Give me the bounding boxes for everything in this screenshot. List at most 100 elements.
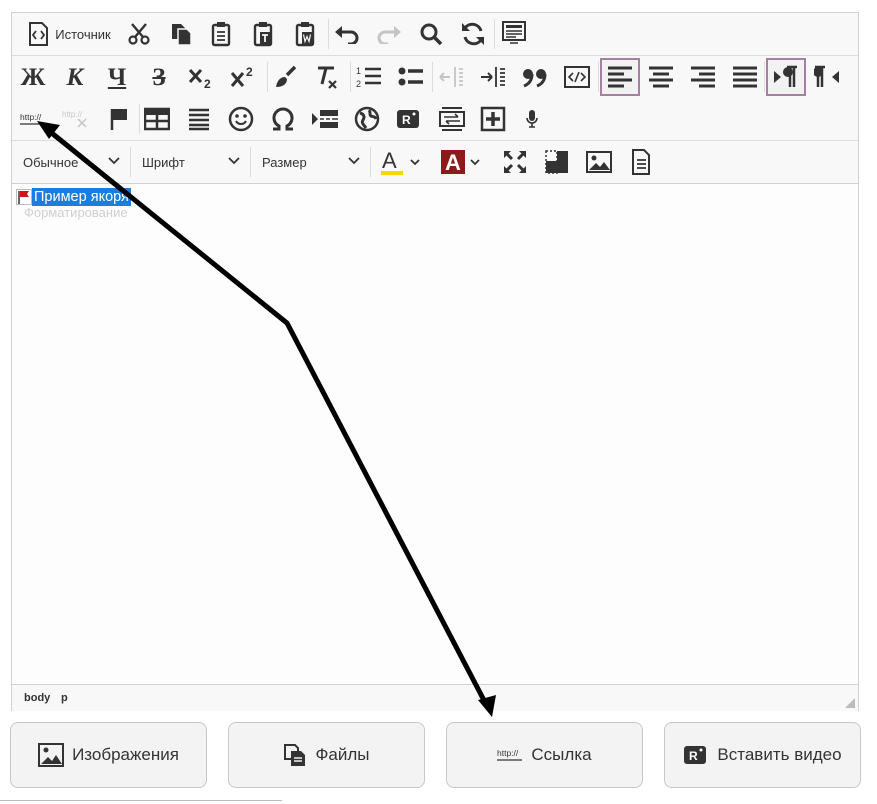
toolbar-row-2: Ж К Ч З 2 2 1 2 [12, 56, 858, 98]
paste-icon [211, 22, 231, 47]
source-button[interactable]: Источник [18, 17, 120, 51]
divider-line [0, 800, 282, 801]
align-right-button[interactable] [688, 60, 718, 94]
add-button[interactable] [478, 102, 508, 136]
bg-color-button[interactable]: A [438, 145, 486, 179]
templates-icon [502, 21, 526, 44]
find-button[interactable] [416, 17, 446, 51]
image-icon [38, 743, 65, 767]
svg-text:2: 2 [356, 79, 361, 89]
align-left-button[interactable] [600, 58, 640, 96]
editor-content[interactable]: Форматирование Пример якоря [12, 184, 858, 684]
superscript-button[interactable]: 2 [228, 60, 258, 94]
anchor-button[interactable] [104, 102, 134, 136]
page-break-icon [312, 110, 338, 128]
horizontal-rule-button[interactable] [184, 102, 214, 136]
link-insert-button[interactable]: http:// Ссылка [446, 722, 643, 788]
path-item-p[interactable]: p [61, 692, 68, 704]
show-blocks-button[interactable] [542, 145, 572, 179]
speech-input-button[interactable] [520, 102, 544, 136]
justify-icon [733, 66, 757, 88]
images-button-label: Изображения [72, 745, 179, 764]
files-button[interactable]: Файлы [228, 722, 425, 788]
numbered-list-icon: 1 2 [356, 66, 381, 89]
source-icon [29, 22, 49, 46]
video-button-glyph: R [689, 749, 698, 763]
plus-box-icon [480, 106, 506, 132]
unlink-button[interactable]: http:// [60, 102, 90, 136]
unlink-glyph: http:// [62, 110, 83, 119]
svg-text:2: 2 [246, 65, 253, 79]
underline-glyph: Ч [107, 63, 127, 91]
format-select[interactable]: Обычное [12, 147, 131, 177]
video-icon: R [683, 744, 709, 766]
text-color-button[interactable]: A [378, 145, 426, 179]
bold-glyph: Ж [20, 63, 46, 91]
remove-format-icon [318, 66, 337, 89]
maximize-button[interactable] [500, 145, 530, 179]
undo-button[interactable] [332, 17, 362, 51]
bg-color-icon: A [441, 150, 480, 175]
resize-grip-icon[interactable] [845, 698, 855, 708]
link-glyph: http:// [20, 112, 42, 122]
document-icon [632, 149, 650, 175]
flag-icon [110, 109, 127, 130]
iframe-button[interactable] [352, 102, 382, 136]
superscript-icon: 2 [230, 65, 253, 87]
microphone-icon [526, 110, 538, 128]
strikethrough-button[interactable]: З [144, 60, 174, 94]
outdent-icon [439, 67, 463, 87]
anchor-text: Пример якоря [32, 188, 131, 206]
subscript-button[interactable]: 2 [186, 60, 216, 94]
toolbar-row-3: http:// http:// R [12, 98, 858, 141]
bold-button[interactable]: Ж [18, 60, 48, 94]
paste-text-icon [253, 22, 273, 47]
justify-button[interactable] [730, 60, 760, 94]
paste-word-button[interactable] [290, 17, 320, 51]
insert-video-button[interactable]: R Вставить видео [664, 722, 861, 788]
code-snippet-button[interactable] [562, 60, 592, 94]
ltr-button[interactable] [766, 58, 806, 96]
editor-toolbar: Источник Ж К Ч З 2 2 1 2 http:// http://… [12, 13, 858, 184]
indent-icon [481, 67, 505, 87]
table-button[interactable] [142, 102, 172, 136]
size-select[interactable]: Размер [251, 147, 371, 177]
preview-button[interactable] [626, 145, 656, 179]
replace-button[interactable] [458, 17, 488, 51]
italic-button[interactable]: К [60, 60, 90, 94]
outdent-button[interactable] [436, 60, 466, 94]
underline-button[interactable]: Ч [102, 60, 132, 94]
special-char-button[interactable] [268, 102, 298, 136]
blockquote-button[interactable] [520, 60, 550, 94]
indent-button[interactable] [478, 60, 508, 94]
toolbar-row-4: Обычное Шрифт Размер A A [12, 141, 858, 183]
anchor-flag-icon [16, 189, 32, 205]
redo-button[interactable] [374, 17, 404, 51]
show-blocks-icon [545, 150, 568, 174]
font-select[interactable]: Шрифт [131, 147, 251, 177]
remove-format-button[interactable] [312, 60, 342, 94]
embed-button[interactable] [436, 102, 468, 136]
bulleted-list-button[interactable] [396, 60, 426, 94]
numbered-list-button[interactable]: 1 2 [354, 60, 384, 94]
unlink-icon: http:// [62, 110, 87, 128]
rutube-button[interactable]: R [394, 102, 424, 136]
smiley-button[interactable] [226, 102, 256, 136]
cut-button[interactable] [124, 17, 154, 51]
images-button[interactable]: Изображения [10, 722, 207, 788]
copy-button[interactable] [166, 17, 196, 51]
image-button[interactable] [584, 145, 614, 179]
copy-format-button[interactable] [270, 60, 300, 94]
link-button[interactable]: http:// [18, 102, 48, 136]
path-item-body[interactable]: body [24, 692, 50, 704]
anchor-element[interactable]: Пример якоря [16, 188, 131, 206]
page-break-button[interactable] [310, 102, 340, 136]
paste-text-button[interactable] [248, 17, 278, 51]
rtl-button[interactable] [812, 60, 842, 94]
maximize-icon [504, 151, 526, 173]
templates-button[interactable] [498, 17, 530, 51]
align-center-button[interactable] [646, 60, 676, 94]
paste-button[interactable] [206, 17, 236, 51]
globe-icon [354, 106, 380, 132]
paintbrush-icon [276, 65, 297, 87]
